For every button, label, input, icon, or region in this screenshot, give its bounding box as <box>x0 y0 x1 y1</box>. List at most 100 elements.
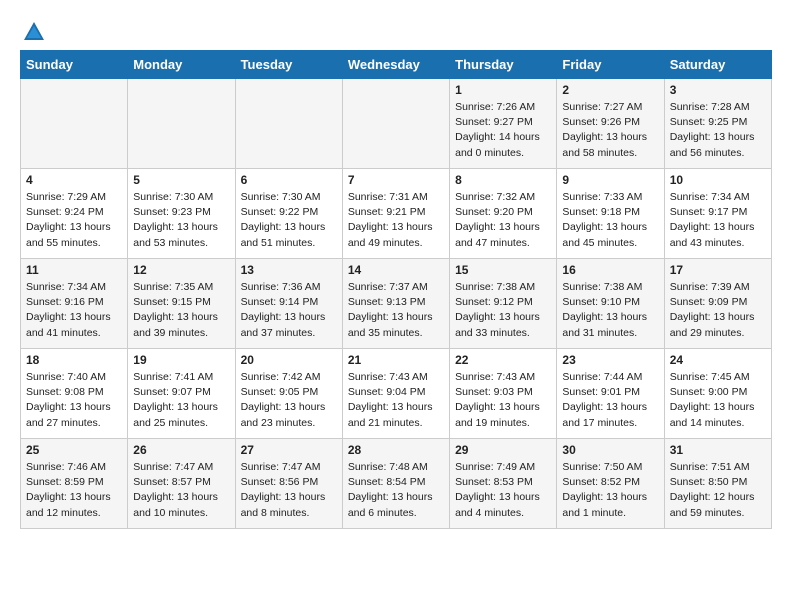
calendar-cell: 4 Sunrise: 7:29 AMSunset: 9:24 PMDayligh… <box>21 169 128 259</box>
day-number: 4 <box>26 173 122 187</box>
calendar-cell: 7 Sunrise: 7:31 AMSunset: 9:21 PMDayligh… <box>342 169 449 259</box>
cell-info: Sunrise: 7:50 AMSunset: 8:52 PMDaylight:… <box>562 460 658 521</box>
cell-info: Sunrise: 7:38 AMSunset: 9:12 PMDaylight:… <box>455 280 551 341</box>
calendar-cell: 25 Sunrise: 7:46 AMSunset: 8:59 PMDaylig… <box>21 439 128 529</box>
day-number: 9 <box>562 173 658 187</box>
calendar-cell: 9 Sunrise: 7:33 AMSunset: 9:18 PMDayligh… <box>557 169 664 259</box>
calendar-cell: 12 Sunrise: 7:35 AMSunset: 9:15 PMDaylig… <box>128 259 235 349</box>
calendar-cell: 18 Sunrise: 7:40 AMSunset: 9:08 PMDaylig… <box>21 349 128 439</box>
day-number: 8 <box>455 173 551 187</box>
cell-info: Sunrise: 7:34 AMSunset: 9:16 PMDaylight:… <box>26 280 122 341</box>
day-number: 3 <box>670 83 766 97</box>
cell-info: Sunrise: 7:37 AMSunset: 9:13 PMDaylight:… <box>348 280 444 341</box>
dow-thursday: Thursday <box>450 51 557 79</box>
calendar-cell: 26 Sunrise: 7:47 AMSunset: 8:57 PMDaylig… <box>128 439 235 529</box>
calendar-cell: 15 Sunrise: 7:38 AMSunset: 9:12 PMDaylig… <box>450 259 557 349</box>
calendar-cell: 28 Sunrise: 7:48 AMSunset: 8:54 PMDaylig… <box>342 439 449 529</box>
calendar-cell: 3 Sunrise: 7:28 AMSunset: 9:25 PMDayligh… <box>664 79 771 169</box>
day-number: 25 <box>26 443 122 457</box>
cell-info: Sunrise: 7:49 AMSunset: 8:53 PMDaylight:… <box>455 460 551 521</box>
cell-info: Sunrise: 7:47 AMSunset: 8:56 PMDaylight:… <box>241 460 337 521</box>
calendar-cell: 10 Sunrise: 7:34 AMSunset: 9:17 PMDaylig… <box>664 169 771 259</box>
calendar-cell: 1 Sunrise: 7:26 AMSunset: 9:27 PMDayligh… <box>450 79 557 169</box>
calendar-cell: 16 Sunrise: 7:38 AMSunset: 9:10 PMDaylig… <box>557 259 664 349</box>
day-number: 18 <box>26 353 122 367</box>
day-number: 29 <box>455 443 551 457</box>
calendar-cell: 31 Sunrise: 7:51 AMSunset: 8:50 PMDaylig… <box>664 439 771 529</box>
calendar-cell: 2 Sunrise: 7:27 AMSunset: 9:26 PMDayligh… <box>557 79 664 169</box>
cell-info: Sunrise: 7:45 AMSunset: 9:00 PMDaylight:… <box>670 370 766 431</box>
calendar-cell: 22 Sunrise: 7:43 AMSunset: 9:03 PMDaylig… <box>450 349 557 439</box>
day-number: 27 <box>241 443 337 457</box>
calendar-cell <box>128 79 235 169</box>
dow-saturday: Saturday <box>664 51 771 79</box>
cell-info: Sunrise: 7:35 AMSunset: 9:15 PMDaylight:… <box>133 280 229 341</box>
cell-info: Sunrise: 7:38 AMSunset: 9:10 PMDaylight:… <box>562 280 658 341</box>
calendar-table: SundayMondayTuesdayWednesdayThursdayFrid… <box>20 50 772 529</box>
calendar-cell: 24 Sunrise: 7:45 AMSunset: 9:00 PMDaylig… <box>664 349 771 439</box>
calendar-cell: 23 Sunrise: 7:44 AMSunset: 9:01 PMDaylig… <box>557 349 664 439</box>
cell-info: Sunrise: 7:27 AMSunset: 9:26 PMDaylight:… <box>562 100 658 161</box>
calendar-cell <box>235 79 342 169</box>
calendar-cell: 21 Sunrise: 7:43 AMSunset: 9:04 PMDaylig… <box>342 349 449 439</box>
day-number: 19 <box>133 353 229 367</box>
cell-info: Sunrise: 7:26 AMSunset: 9:27 PMDaylight:… <box>455 100 551 161</box>
cell-info: Sunrise: 7:39 AMSunset: 9:09 PMDaylight:… <box>670 280 766 341</box>
day-number: 31 <box>670 443 766 457</box>
calendar-cell: 13 Sunrise: 7:36 AMSunset: 9:14 PMDaylig… <box>235 259 342 349</box>
calendar-cell <box>21 79 128 169</box>
calendar-cell: 11 Sunrise: 7:34 AMSunset: 9:16 PMDaylig… <box>21 259 128 349</box>
day-number: 30 <box>562 443 658 457</box>
calendar-cell: 19 Sunrise: 7:41 AMSunset: 9:07 PMDaylig… <box>128 349 235 439</box>
week-row-1: 1 Sunrise: 7:26 AMSunset: 9:27 PMDayligh… <box>21 79 772 169</box>
week-row-2: 4 Sunrise: 7:29 AMSunset: 9:24 PMDayligh… <box>21 169 772 259</box>
day-number: 5 <box>133 173 229 187</box>
dow-friday: Friday <box>557 51 664 79</box>
day-number: 1 <box>455 83 551 97</box>
day-number: 14 <box>348 263 444 277</box>
cell-info: Sunrise: 7:29 AMSunset: 9:24 PMDaylight:… <box>26 190 122 251</box>
week-row-5: 25 Sunrise: 7:46 AMSunset: 8:59 PMDaylig… <box>21 439 772 529</box>
day-number: 23 <box>562 353 658 367</box>
day-number: 12 <box>133 263 229 277</box>
cell-info: Sunrise: 7:40 AMSunset: 9:08 PMDaylight:… <box>26 370 122 431</box>
cell-info: Sunrise: 7:32 AMSunset: 9:20 PMDaylight:… <box>455 190 551 251</box>
calendar-cell: 27 Sunrise: 7:47 AMSunset: 8:56 PMDaylig… <box>235 439 342 529</box>
cell-info: Sunrise: 7:31 AMSunset: 9:21 PMDaylight:… <box>348 190 444 251</box>
day-number: 17 <box>670 263 766 277</box>
calendar-cell: 6 Sunrise: 7:30 AMSunset: 9:22 PMDayligh… <box>235 169 342 259</box>
week-row-4: 18 Sunrise: 7:40 AMSunset: 9:08 PMDaylig… <box>21 349 772 439</box>
week-row-3: 11 Sunrise: 7:34 AMSunset: 9:16 PMDaylig… <box>21 259 772 349</box>
day-number: 11 <box>26 263 122 277</box>
day-number: 28 <box>348 443 444 457</box>
day-number: 26 <box>133 443 229 457</box>
day-number: 10 <box>670 173 766 187</box>
day-number: 7 <box>348 173 444 187</box>
dow-sunday: Sunday <box>21 51 128 79</box>
logo <box>20 20 46 40</box>
cell-info: Sunrise: 7:41 AMSunset: 9:07 PMDaylight:… <box>133 370 229 431</box>
calendar-body: 1 Sunrise: 7:26 AMSunset: 9:27 PMDayligh… <box>21 79 772 529</box>
cell-info: Sunrise: 7:30 AMSunset: 9:22 PMDaylight:… <box>241 190 337 251</box>
cell-info: Sunrise: 7:43 AMSunset: 9:03 PMDaylight:… <box>455 370 551 431</box>
cell-info: Sunrise: 7:42 AMSunset: 9:05 PMDaylight:… <box>241 370 337 431</box>
day-number: 24 <box>670 353 766 367</box>
dow-tuesday: Tuesday <box>235 51 342 79</box>
cell-info: Sunrise: 7:28 AMSunset: 9:25 PMDaylight:… <box>670 100 766 161</box>
calendar-cell: 14 Sunrise: 7:37 AMSunset: 9:13 PMDaylig… <box>342 259 449 349</box>
day-number: 16 <box>562 263 658 277</box>
calendar-cell <box>342 79 449 169</box>
day-number: 22 <box>455 353 551 367</box>
cell-info: Sunrise: 7:34 AMSunset: 9:17 PMDaylight:… <box>670 190 766 251</box>
calendar-cell: 5 Sunrise: 7:30 AMSunset: 9:23 PMDayligh… <box>128 169 235 259</box>
cell-info: Sunrise: 7:47 AMSunset: 8:57 PMDaylight:… <box>133 460 229 521</box>
cell-info: Sunrise: 7:48 AMSunset: 8:54 PMDaylight:… <box>348 460 444 521</box>
cell-info: Sunrise: 7:46 AMSunset: 8:59 PMDaylight:… <box>26 460 122 521</box>
calendar-cell: 29 Sunrise: 7:49 AMSunset: 8:53 PMDaylig… <box>450 439 557 529</box>
calendar-cell: 20 Sunrise: 7:42 AMSunset: 9:05 PMDaylig… <box>235 349 342 439</box>
cell-info: Sunrise: 7:30 AMSunset: 9:23 PMDaylight:… <box>133 190 229 251</box>
day-number: 13 <box>241 263 337 277</box>
dow-monday: Monday <box>128 51 235 79</box>
day-number: 20 <box>241 353 337 367</box>
day-of-week-header: SundayMondayTuesdayWednesdayThursdayFrid… <box>21 51 772 79</box>
